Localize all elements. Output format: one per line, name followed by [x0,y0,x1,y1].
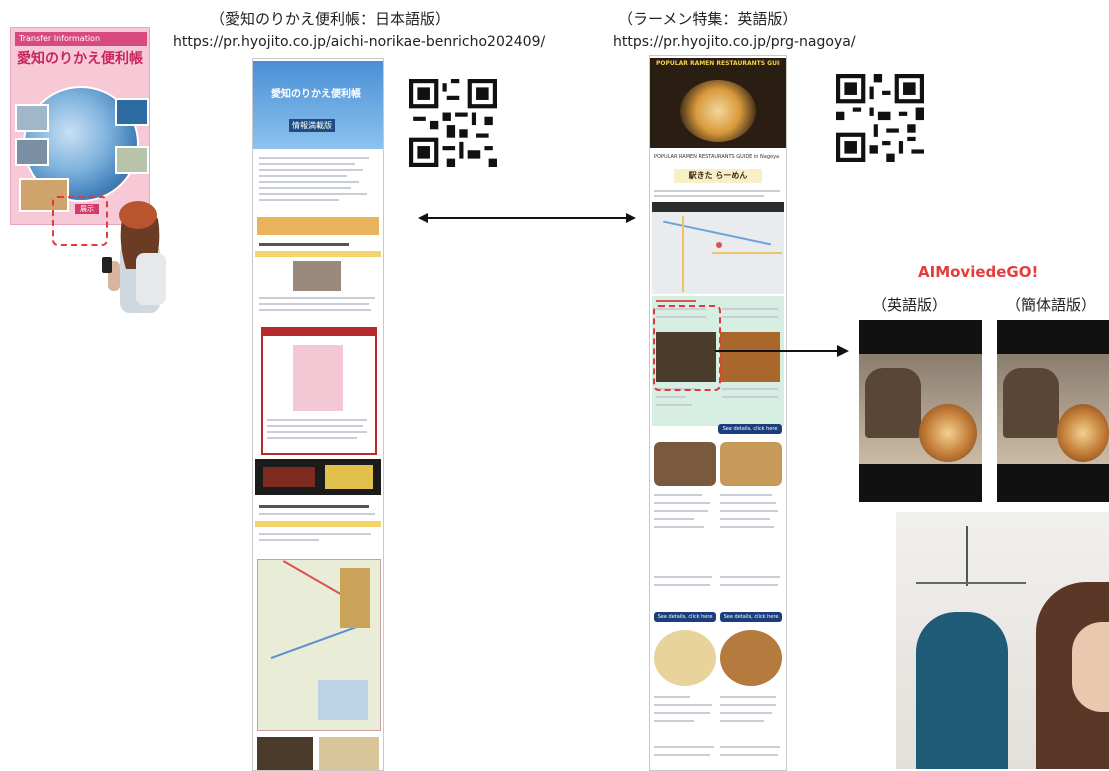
en-map [652,212,784,294]
jp-map [257,559,381,731]
jp-ad-banner [255,459,381,495]
woman-photo [896,512,1109,769]
brochure-header: Transfer Information [15,32,147,46]
jp-photo [293,261,341,291]
brochure-title: 愛知のりかえ便利帳 [17,51,143,67]
see-details-button[interactable]: See details, click here [720,612,782,622]
jp-hero-sub: 情報満載版 [289,119,335,132]
left-caption: （愛知のりかえ便利帳：日本語版） [210,10,451,28]
ai-movie-title: AIMoviedeGO! [918,263,1039,281]
en-hero: POPULAR RAMEN RESTAURANTS GUIDE in Nagoy… [650,58,786,148]
en-hero-title: POPULAR RAMEN RESTAURANTS GUIDE in Nagoy… [656,60,780,67]
ai-video-thumbnail-chinese[interactable] [997,320,1109,502]
see-details-button[interactable]: See details, click here [654,612,716,622]
en-intro: POPULAR RAMEN RESTAURANTS GUIDE in Nagoy… [654,154,780,160]
see-details-button[interactable]: See details, click here [718,424,782,434]
jp-hero: 愛知のりかえ便利帳 情報満載版 [253,61,383,149]
left-url[interactable]: https://pr.hyojito.co.jp/aichi-norikae-b… [173,34,545,50]
qr-code-icon [409,79,497,167]
qr-code-icon [836,74,924,162]
phone-screenshot-english: POPULAR RAMEN RESTAURANTS GUIDE in Nagoy… [649,55,787,771]
en-shop-banner: 駅きた らーめん [674,169,762,183]
ai-label-english: （英語版） [872,296,948,314]
right-url[interactable]: https://pr.hyojito.co.jp/prg-nagoya/ [613,34,856,50]
double-arrow-icon [418,213,636,223]
jp-banner [257,217,379,235]
ai-label-chinese: （簡体語版） [1006,296,1097,314]
phone-screenshot-japanese: 愛知のりかえ便利帳 情報満載版 [252,58,384,771]
right-arrow-icon [715,345,849,357]
jp-hero-title: 愛知のりかえ便利帳 [271,89,361,100]
woman-with-phone-image [102,201,166,313]
ai-video-thumbnail-english[interactable] [859,320,982,502]
en-highlight [653,305,721,391]
jp-brochure-card [261,327,377,455]
right-caption: （ラーメン特集：英語版） [618,10,798,28]
